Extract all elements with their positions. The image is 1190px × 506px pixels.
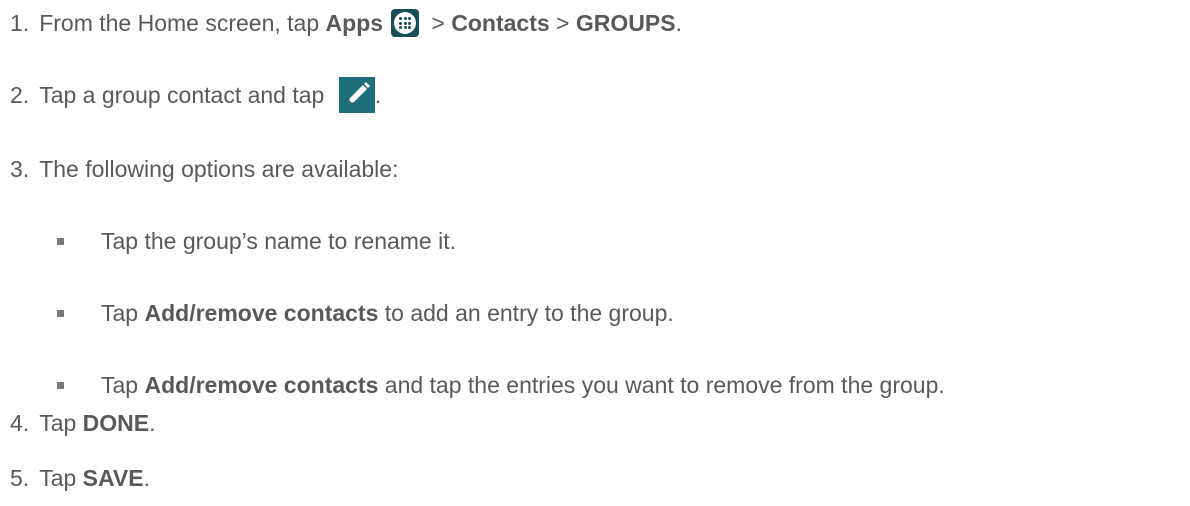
option-text: and tap the entries you want to remove f… bbox=[378, 372, 945, 398]
step-text: Tap a group contact and tap bbox=[39, 82, 331, 108]
step-5: 5. Tap SAVE . bbox=[10, 464, 150, 492]
period: . bbox=[374, 82, 382, 108]
step-1: 1. From the Home screen, tap Apps > Cont… bbox=[10, 9, 682, 37]
step-4: 4. Tap DONE . bbox=[10, 409, 156, 437]
contacts-label: Contacts bbox=[451, 10, 550, 36]
period: . bbox=[143, 465, 150, 491]
option-text: Tap bbox=[101, 300, 145, 326]
bullet-icon bbox=[57, 382, 64, 389]
add-remove-contacts-label: Add/remove contacts bbox=[144, 300, 379, 326]
groups-label: GROUPS bbox=[575, 10, 676, 36]
step-3: 3. The following options are available: bbox=[10, 155, 398, 183]
step-number: 1. bbox=[10, 10, 30, 36]
apps-icon bbox=[391, 9, 420, 37]
period: . bbox=[149, 410, 156, 436]
option-3: Tap Add/remove contacts and tap the entr… bbox=[57, 371, 945, 399]
save-label: SAVE bbox=[82, 465, 144, 491]
step-number: 5. bbox=[10, 465, 30, 491]
step-text: Tap bbox=[39, 465, 83, 491]
option-text: Tap bbox=[101, 372, 145, 398]
option-1: Tap the group’s name to rename it. bbox=[57, 227, 456, 255]
step-2: 2. Tap a group contact and tap . bbox=[10, 77, 382, 113]
bullet-icon bbox=[57, 238, 64, 245]
step-number: 2. bbox=[10, 82, 30, 108]
period: . bbox=[675, 10, 682, 36]
step-number: 4. bbox=[10, 410, 30, 436]
option-text: to add an entry to the group. bbox=[378, 300, 674, 326]
step-number: 3. bbox=[10, 156, 30, 182]
bullet-icon bbox=[57, 310, 64, 317]
done-label: DONE bbox=[82, 410, 150, 436]
step-text: Tap bbox=[39, 410, 83, 436]
edit-pencil-icon bbox=[338, 77, 375, 113]
add-remove-contacts-label: Add/remove contacts bbox=[144, 372, 379, 398]
option-2: Tap Add/remove contacts to add an entry … bbox=[57, 299, 674, 327]
separator: > bbox=[425, 10, 452, 36]
option-text: Tap the group’s name to rename it. bbox=[101, 228, 457, 254]
separator: > bbox=[549, 10, 576, 36]
instructions-document: 1. From the Home screen, tap Apps > Cont… bbox=[0, 0, 1190, 506]
step-text: The following options are available: bbox=[39, 156, 399, 182]
apps-label: Apps bbox=[325, 10, 384, 36]
step-text: From the Home screen, tap bbox=[39, 10, 326, 36]
